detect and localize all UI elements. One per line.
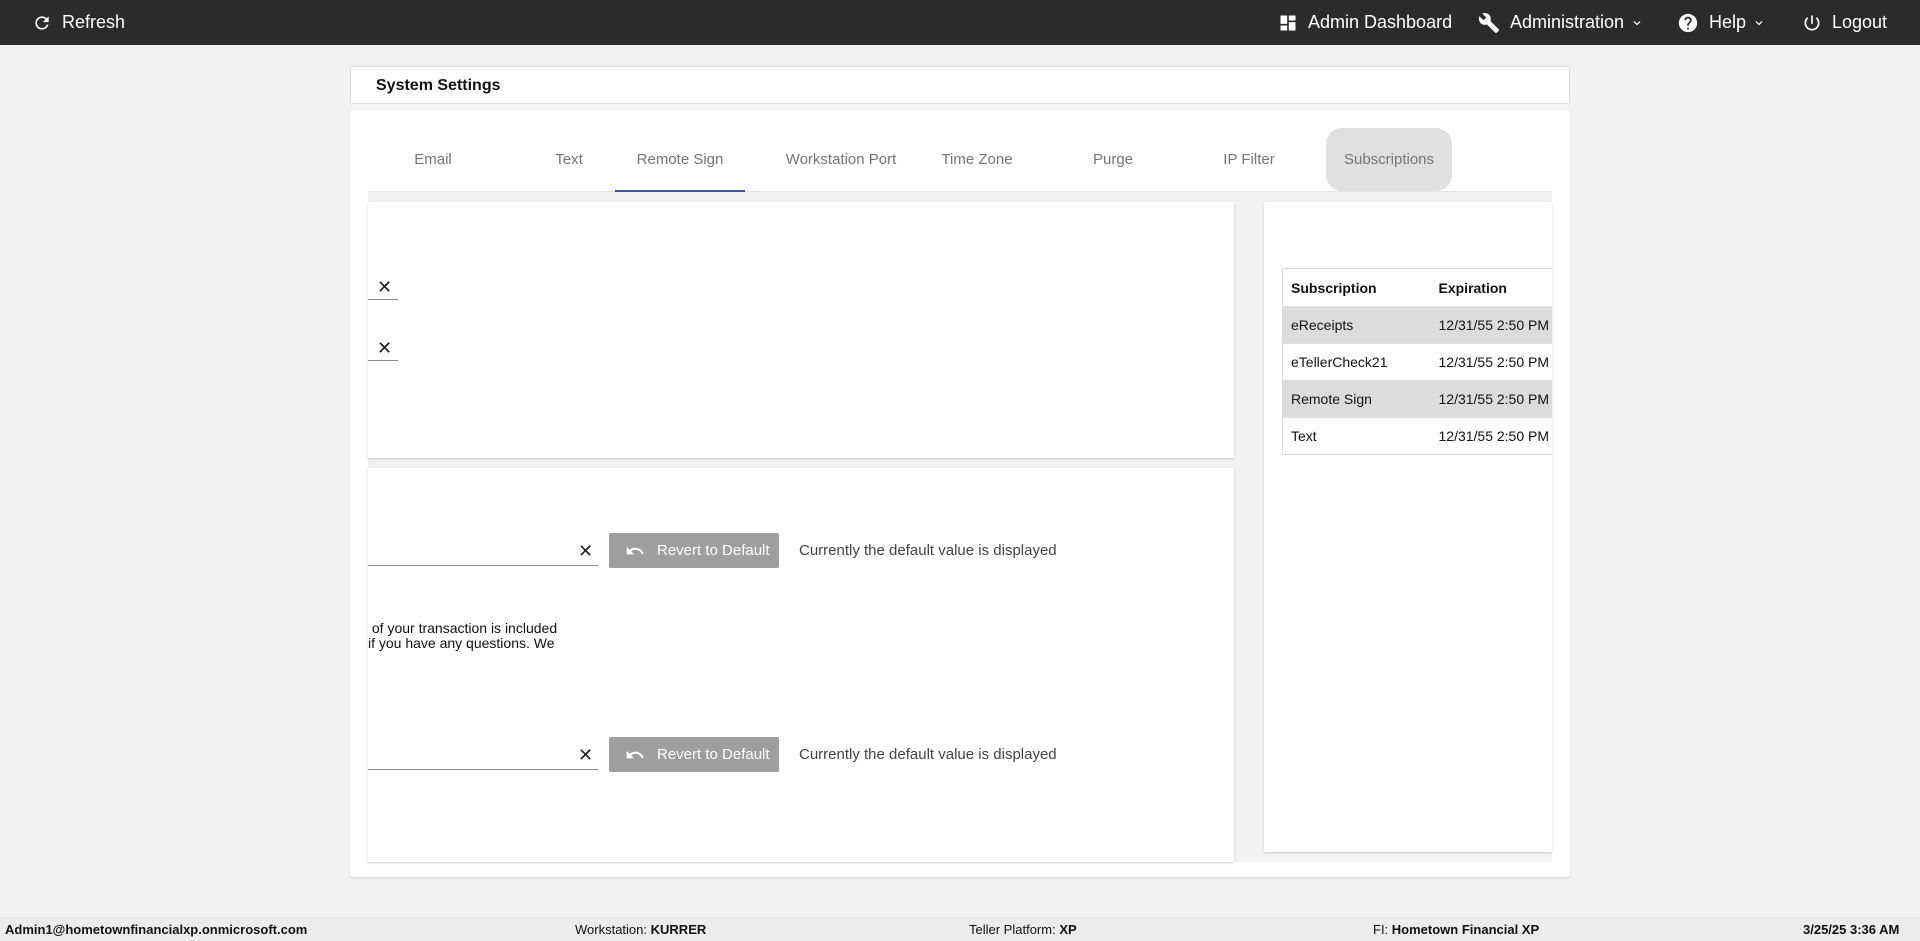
subscription-name: Remote Sign <box>1282 380 1431 418</box>
tab-label: Workstation Port <box>785 151 897 168</box>
subscription-name: Text <box>1282 417 1431 455</box>
chevron-down-icon <box>1630 16 1644 30</box>
settings-tabs: Email Text Remote Sign Workstation Port … <box>368 128 1552 192</box>
platform-label: Teller Platform: <box>969 922 1056 937</box>
tab-label: Email <box>414 151 452 168</box>
tab-label: Remote Sign <box>636 150 724 168</box>
default-value-note: Currently the default value is displayed <box>799 542 1057 559</box>
subscription-expiration: 12/31/55 2:50 PM <box>1430 380 1552 418</box>
platform-value: XP <box>1059 922 1077 937</box>
workstation-info: Workstation: KURRER <box>575 922 706 937</box>
refresh-label: Refresh <box>62 12 126 32</box>
undo-icon <box>625 541 645 561</box>
refresh-button[interactable]: Refresh <box>32 0 125 45</box>
column-header-expiration: Expiration <box>1438 279 1507 296</box>
clear-field-icon[interactable]: ✕ <box>377 278 392 296</box>
subscriptions-panel: Subscription Expiration eReceipts 12/31/… <box>1264 202 1552 852</box>
field-underline <box>368 769 598 770</box>
tab-label: Purge <box>1092 151 1134 168</box>
administration-label: Administration <box>1510 12 1625 32</box>
field-underline <box>368 299 398 300</box>
refresh-icon <box>32 13 52 33</box>
page-title: System Settings <box>376 77 501 94</box>
table-row[interactable]: Text 12/31/55 2:50 PM <box>1282 417 1552 455</box>
wrench-icon <box>1478 12 1500 34</box>
logout-button[interactable]: Logout <box>1802 0 1887 45</box>
revert-label: Revert to Default <box>657 542 770 559</box>
subscription-expiration: 12/31/55 2:50 PM <box>1430 306 1552 344</box>
chevron-down-icon <box>1752 16 1766 30</box>
subscription-expiration: 12/31/55 2:50 PM <box>1430 343 1552 381</box>
table-row[interactable]: Remote Sign 12/31/55 2:50 PM <box>1282 380 1552 418</box>
status-bar: Admin1@hometownfinancialxp.onmicrosoft.c… <box>0 917 1920 941</box>
subscription-name: eReceipts <box>1282 306 1431 344</box>
help-icon <box>1677 12 1699 34</box>
power-icon <box>1802 13 1822 33</box>
clear-field-icon[interactable]: ✕ <box>578 746 593 764</box>
column-header-subscription: Subscription <box>1291 279 1377 296</box>
text-field[interactable]: ✕ <box>368 536 598 566</box>
settings-panel-top: ✕ ✕ <box>368 202 1234 458</box>
datetime: 3/25/25 3:36 AM <box>1803 922 1900 937</box>
fi-label: FI: <box>1373 922 1389 937</box>
field-underline <box>368 360 398 361</box>
revert-to-default-button[interactable]: Revert to Default <box>609 737 779 772</box>
fi-info: FI: Hometown Financial XP <box>1373 922 1539 937</box>
workstation-value: KURRER <box>650 922 707 937</box>
table-row[interactable]: eReceipts 12/31/55 2:50 PM <box>1282 306 1552 344</box>
dashboard-icon <box>1278 13 1298 33</box>
tab-remote-sign[interactable]: Remote Sign <box>615 128 745 192</box>
revert-to-default-button[interactable]: Revert to Default <box>609 533 779 568</box>
workstation-label: Workstation: <box>575 922 648 937</box>
tab-ip-filter[interactable]: IP Filter <box>1184 128 1314 191</box>
logout-label: Logout <box>1832 12 1888 32</box>
message-text-line: of your transaction is included <box>368 620 558 636</box>
tab-label: Time Zone <box>941 151 1013 168</box>
tab-workstation-port[interactable]: Workstation Port <box>776 128 906 191</box>
table-header-row: Subscription Expiration <box>1283 269 1553 307</box>
current-user: Admin1@hometownfinancialxp.onmicrosoft.c… <box>5 922 308 937</box>
tab-time-zone[interactable]: Time Zone <box>912 128 1042 191</box>
platform-info: Teller Platform: XP <box>969 922 1077 937</box>
table-row[interactable]: eTellerCheck21 12/31/55 2:50 PM <box>1282 343 1552 381</box>
settings-card: Email Text Remote Sign Workstation Port … <box>350 110 1570 877</box>
tab-subscriptions[interactable]: Subscriptions <box>1326 128 1452 191</box>
admin-dashboard-label: Admin Dashboard <box>1308 12 1453 32</box>
tab-label: Text <box>555 151 583 168</box>
field-underline <box>368 565 598 566</box>
tab-label: Subscriptions <box>1343 151 1435 168</box>
administration-menu[interactable]: Administration <box>1478 0 1644 45</box>
clear-field-icon[interactable]: ✕ <box>377 339 392 357</box>
tab-email[interactable]: Email <box>368 128 498 191</box>
tab-content: ✕ ✕ ✕ Revert to Default Currently the de… <box>368 192 1552 862</box>
default-value-note: Currently the default value is displayed <box>799 746 1057 763</box>
help-menu[interactable]: Help <box>1677 0 1766 45</box>
clear-field-icon[interactable]: ✕ <box>578 542 593 560</box>
subscription-expiration: 12/31/55 2:50 PM <box>1430 417 1552 455</box>
undo-icon <box>625 745 645 765</box>
subscription-name: eTellerCheck21 <box>1282 343 1431 381</box>
top-navigation-bar: Refresh Admin Dashboard Administration H… <box>0 0 1920 45</box>
tab-label: IP Filter <box>1223 151 1275 168</box>
subscriptions-table: Subscription Expiration eReceipts 12/31/… <box>1282 268 1552 455</box>
help-label: Help <box>1709 12 1747 32</box>
revert-label: Revert to Default <box>657 746 770 763</box>
text-field[interactable]: ✕ <box>368 740 598 770</box>
admin-dashboard-link[interactable]: Admin Dashboard <box>1278 0 1452 45</box>
fi-value: Hometown Financial XP <box>1391 922 1540 937</box>
settings-panel-bottom: ✕ Revert to Default Currently the defaul… <box>368 468 1234 862</box>
tab-purge[interactable]: Purge <box>1048 128 1178 191</box>
page-header-card: System Settings <box>350 66 1570 104</box>
message-text-line: if you have any questions. We <box>368 635 555 651</box>
